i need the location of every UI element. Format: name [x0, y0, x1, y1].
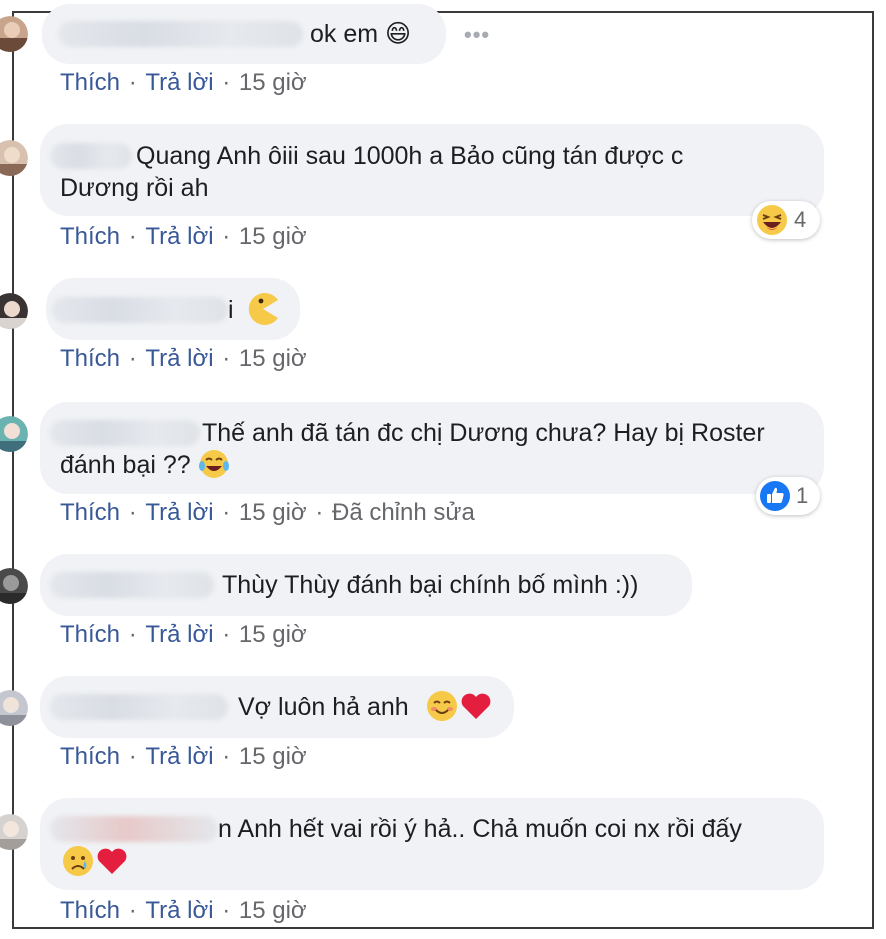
comment-text-line1: Thế anh đã tán đc chị Dương chưa? Hay bị… [202, 419, 765, 447]
reply-link[interactable]: Trả lời [145, 743, 213, 770]
reaction-count: 1 [796, 483, 809, 508]
comment-text-line1: Quang Anh ôiii sau 1000h a Bảo cũng tán … [136, 142, 684, 170]
reaction-summary[interactable]: 1 [756, 477, 820, 515]
comment-meta: Thích · Trả lời · 15 giờ [60, 621, 307, 648]
crying-face-icon [62, 845, 94, 877]
comment-text: Vợ luôn hả anh [238, 693, 409, 721]
comment-time[interactable]: 15 giờ [239, 897, 307, 924]
redacted-name [58, 21, 303, 47]
like-link[interactable]: Thích [60, 69, 120, 96]
comment-text: i [228, 296, 234, 324]
comment-text-line2: đánh bại ?? [60, 451, 191, 479]
reaction-summary[interactable]: 4 [752, 201, 820, 239]
comment-time[interactable]: 15 giờ [239, 345, 307, 372]
reply-link[interactable]: Trả lời [145, 345, 213, 372]
redacted-name [50, 816, 218, 842]
comment-bubble: Thùy Thùy đánh bại chính bố mình :)) [40, 554, 692, 616]
heart-icon [460, 691, 492, 721]
comment-bubble: Thế anh đã tán đc chị Dương chưa? Hay bị… [40, 402, 824, 494]
comment-meta: Thích · Trả lời · 15 giờ [60, 345, 307, 372]
pacman-icon [246, 292, 280, 326]
comment-time[interactable]: 15 giờ [239, 621, 307, 648]
redacted-name [50, 572, 214, 598]
like-link[interactable]: Thích [60, 897, 120, 924]
like-link[interactable]: Thích [60, 621, 120, 648]
comment-bubble: ok em 😄 [42, 4, 446, 64]
redacted-name [50, 420, 200, 446]
reply-link[interactable]: Trả lời [145, 499, 213, 526]
like-link[interactable]: Thích [60, 743, 120, 770]
reply-link[interactable]: Trả lời [145, 223, 213, 250]
comment-text-line2: Dương rồi ah [60, 174, 209, 202]
comment-meta: Thích · Trả lời · 15 giờ [60, 743, 307, 770]
like-link[interactable]: Thích [60, 499, 120, 526]
heart-icon [96, 846, 128, 876]
comment-bubble: n Anh hết vai rồi ý hả.. Chả muốn coi nx… [40, 798, 824, 890]
reaction-count: 4 [794, 207, 807, 232]
tears-of-joy-icon [198, 448, 230, 480]
smiling-face-icon [426, 690, 458, 722]
like-link[interactable]: Thích [60, 345, 120, 372]
edited-label[interactable]: Đã chỉnh sửa [332, 499, 475, 526]
laughing-face-icon [756, 204, 788, 236]
comment-meta: Thích · Trả lời · 15 giờ [60, 223, 307, 250]
reply-link[interactable]: Trả lời [145, 69, 213, 96]
like-link[interactable]: Thích [60, 223, 120, 250]
redacted-name [52, 297, 228, 323]
comment-bubble: i [46, 278, 300, 340]
more-options-icon[interactable]: ••• [464, 22, 490, 48]
comment-time[interactable]: 15 giờ [239, 69, 307, 96]
comment-time[interactable]: 15 giờ [239, 499, 307, 526]
comment-time[interactable]: 15 giờ [239, 223, 307, 250]
comment-text-line1: n Anh hết vai rồi ý hả.. Chả muốn coi nx… [218, 815, 742, 843]
comment-meta: Thích · Trả lời · 15 giờ [60, 897, 307, 924]
comment-time[interactable]: 15 giờ [239, 743, 307, 770]
comment-text: Thùy Thùy đánh bại chính bố mình :)) [222, 571, 639, 599]
comment-meta: Thích · Trả lời · 15 giờ · Đã chỉnh sửa [60, 499, 475, 526]
comment-meta: Thích · Trả lời · 15 giờ [60, 69, 307, 96]
comment-bubble: Quang Anh ôiii sau 1000h a Bảo cũng tán … [40, 124, 824, 216]
reply-link[interactable]: Trả lời [145, 621, 213, 648]
reply-link[interactable]: Trả lời [145, 897, 213, 924]
comment-bubble: Vợ luôn hả anh [40, 676, 514, 738]
comment-text: ok em 😄 [310, 20, 412, 48]
redacted-name [50, 694, 228, 720]
like-thumb-icon [760, 481, 790, 511]
redacted-name [50, 143, 132, 169]
